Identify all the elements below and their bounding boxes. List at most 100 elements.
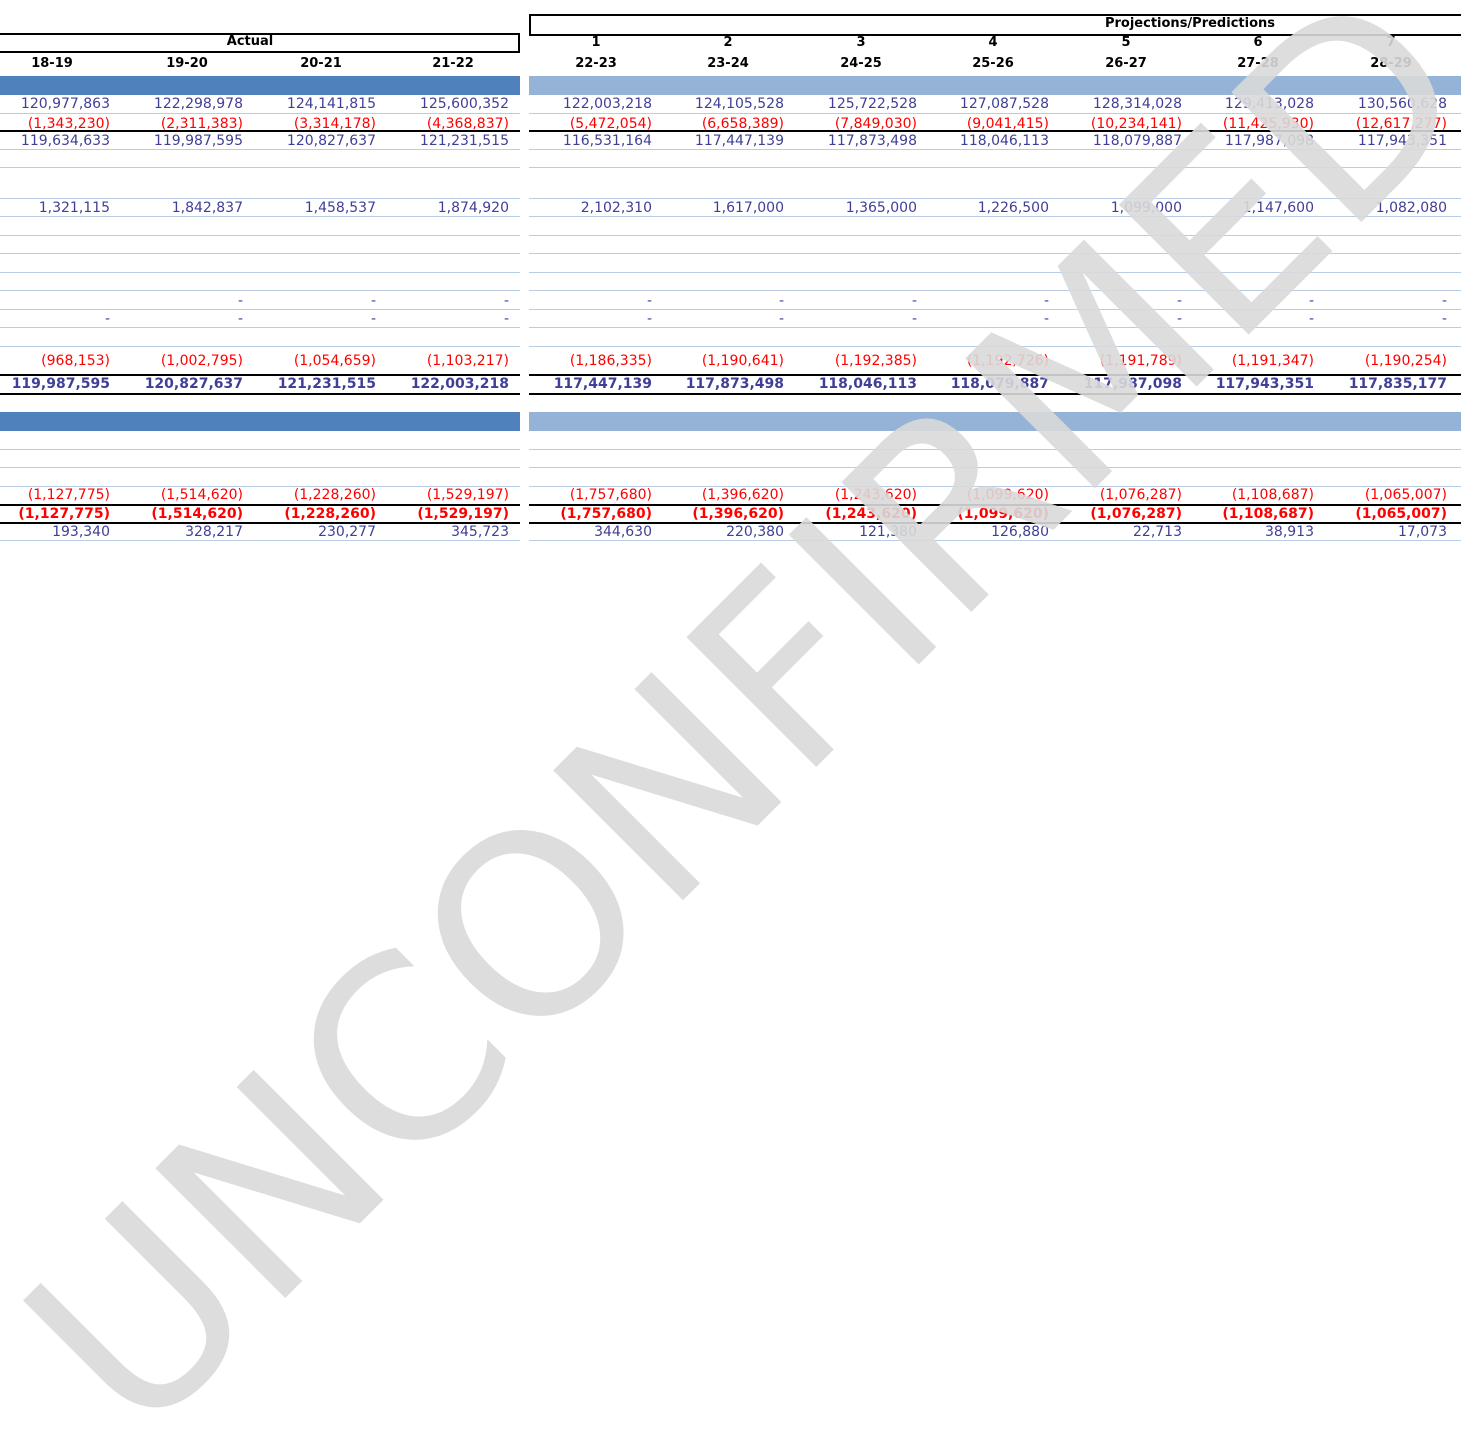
grid-line (529, 309, 1461, 310)
table-cell: (1,529,197) (417, 506, 509, 522)
grid-line (0, 272, 520, 273)
table-cell: 118,046,113 (818, 376, 917, 392)
actual-section-band (0, 412, 520, 431)
table-cell: 1,147,600 (1242, 200, 1314, 216)
grid-line (0, 309, 520, 310)
table-cell: 230,277 (318, 524, 376, 540)
grid-line (0, 167, 520, 168)
table-cell: (2,311,383) (160, 116, 243, 132)
table-cell: 119,987,595 (153, 133, 243, 149)
table-cell: - (646, 293, 652, 309)
table-cell: 38,913 (1265, 524, 1314, 540)
table-cell: 117,943,351 (1215, 376, 1314, 392)
table-cell: 117,943,351 (1357, 133, 1447, 149)
table-cell: 1,458,537 (304, 200, 376, 216)
table-cell: (1,076,287) (1090, 506, 1182, 522)
table-cell: - (1441, 311, 1447, 327)
table-cell: (1,054,659) (293, 353, 376, 369)
table-cell: 118,079,887 (1092, 133, 1182, 149)
table-cell: 127,087,528 (959, 96, 1049, 112)
grid-line (0, 540, 520, 541)
table-cell: 119,634,633 (20, 133, 110, 149)
table-cell: 130,560,628 (1357, 96, 1447, 112)
table-cell: 118,046,113 (959, 133, 1049, 149)
table-cell: 193,340 (52, 524, 110, 540)
table-cell: - (237, 311, 243, 327)
rule-line (0, 393, 520, 395)
grid-line (0, 198, 520, 199)
table-cell: 124,141,815 (286, 96, 376, 112)
table-cell: 118,079,887 (950, 376, 1049, 392)
table-cell: - (646, 311, 652, 327)
table-cell: (1,757,680) (560, 506, 652, 522)
table-cell: 1,365,000 (845, 200, 917, 216)
year-header: 27-28 (1237, 56, 1279, 71)
table-cell: 345,723 (451, 524, 509, 540)
grid-line (0, 216, 520, 217)
table-cell: - (1308, 311, 1314, 327)
table-cell: 126,880 (991, 524, 1049, 540)
table-cell: (1,127,775) (18, 506, 110, 522)
table-cell: (1,065,007) (1355, 506, 1447, 522)
table-cell: (1,099,620) (966, 487, 1049, 503)
table-cell: (1,190,641) (701, 353, 784, 369)
year-header: 28-29 (1370, 56, 1412, 71)
table-cell: 124,105,528 (694, 96, 784, 112)
table-cell: - (1308, 293, 1314, 309)
table-cell: - (1043, 311, 1049, 327)
year-header: 18-19 (31, 56, 73, 71)
table-cell: (4,368,837) (426, 116, 509, 132)
table-cell: - (1043, 293, 1049, 309)
grid-line (529, 253, 1461, 254)
grid-line (529, 235, 1461, 236)
table-cell: 17,073 (1398, 524, 1447, 540)
grid-line (0, 346, 520, 347)
table-cell: (7,849,030) (834, 116, 917, 132)
table-cell: 1,842,837 (171, 200, 243, 216)
table-cell: 328,217 (185, 524, 243, 540)
grid-line (0, 253, 520, 254)
year-header: 22-23 (575, 56, 617, 71)
table-cell: 116,531,164 (562, 133, 652, 149)
grid-line (529, 272, 1461, 273)
projections-label: Projections/Predictions (1104, 16, 1275, 31)
rule-line (529, 393, 1461, 395)
actual-label: Actual (226, 34, 274, 49)
table-cell: (9,041,415) (966, 116, 1049, 132)
spreadsheet: Projections/Predictions Actual 1 2 3 4 5… (0, 0, 1461, 600)
table-cell: 117,987,098 (1224, 133, 1314, 149)
grid-line (529, 149, 1461, 150)
grid-line (529, 113, 1461, 114)
grid-line (529, 216, 1461, 217)
table-cell: 117,987,098 (1083, 376, 1182, 392)
table-cell: (1,243,620) (834, 487, 917, 503)
table-cell: 122,003,218 (410, 376, 509, 392)
grid-line (529, 167, 1461, 168)
table-cell: (1,190,254) (1364, 353, 1447, 369)
grid-line (0, 467, 520, 468)
year-header: 20-21 (300, 56, 342, 71)
table-cell: - (503, 293, 509, 309)
year-header: 26-27 (1105, 56, 1147, 71)
table-cell: (1,076,287) (1099, 487, 1182, 503)
projection-section-band (529, 76, 1461, 95)
period-number: 3 (856, 35, 866, 50)
table-cell: - (370, 293, 376, 309)
table-cell: (5,472,054) (569, 116, 652, 132)
table-cell: (1,192,726) (966, 353, 1049, 369)
table-cell: (1,127,775) (27, 487, 110, 503)
table-cell: (12,617,277) (1355, 116, 1447, 132)
table-cell: - (104, 311, 110, 327)
table-cell: 121,380 (859, 524, 917, 540)
table-cell: 120,827,637 (144, 376, 243, 392)
year-header: 19-20 (166, 56, 208, 71)
projection-section-band (529, 412, 1461, 431)
table-cell: 120,977,863 (20, 96, 110, 112)
table-cell: - (503, 311, 509, 327)
period-number: 6 (1253, 35, 1263, 50)
table-cell: - (370, 311, 376, 327)
table-cell: 117,447,139 (553, 376, 652, 392)
table-cell: 117,873,498 (685, 376, 784, 392)
period-number: 5 (1121, 35, 1131, 50)
grid-line (529, 327, 1461, 328)
